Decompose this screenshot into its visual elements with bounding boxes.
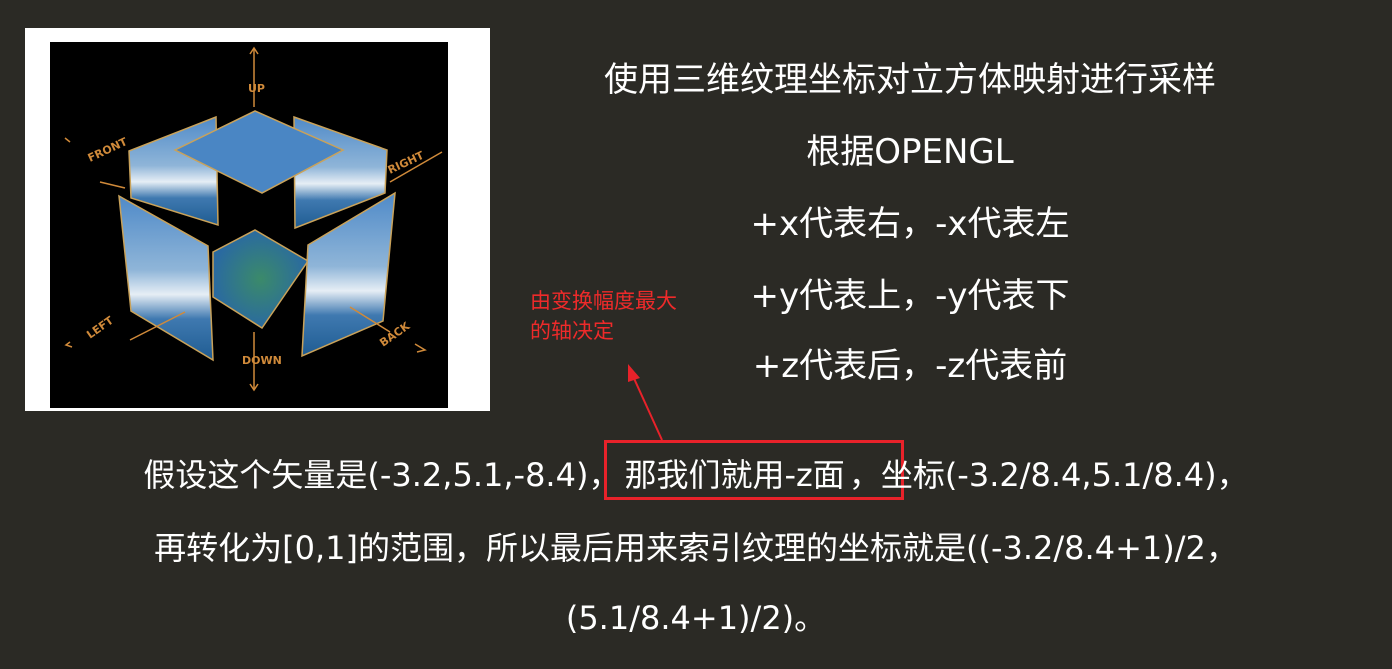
heading-line-2: 根据OPENGL [806,132,1014,172]
annotation-arrow [628,364,663,441]
label-left: LEFT [84,314,116,342]
body-line-1-a: 假设这个矢量是(-3.2,5.1,-8.4)， [143,456,621,494]
label-front: FRONT [86,135,130,165]
heading-line-1: 使用三维纹理坐标对立方体映射进行采样 [604,60,1216,100]
body-line-2: 再转化为[0,1]的范围，所以最后用来索引纹理的坐标就是((-3.2/8.4+1… [154,529,1238,567]
label-down: DOWN [242,354,282,367]
cubemap-illustration: UP DOWN FRONT RIGHT LEFT BACK [50,42,448,408]
heading-line-3: +x代表右，-x代表左 [750,204,1070,244]
label-back: BACK [377,319,412,349]
face-left [118,194,214,362]
body-line-3: (5.1/8.4+1)/2)。 [565,599,827,637]
face-down [212,229,310,330]
annotation-line-2: 的轴决定 [530,319,614,343]
body-line-1-b: ，坐标(-3.2/8.4,5.1/8.4)， [848,456,1249,494]
annotation-note: 由变换幅度最大 的轴决定 [530,286,730,346]
body-highlight: 那我们就用-z面 [624,456,845,494]
annotation-line-1: 由变换幅度最大 [530,289,677,313]
body-line-1: 假设这个矢量是(-3.2,5.1,-8.4)， 那我们就用-z面 ，坐标(-3.2/… [0,450,1392,496]
label-up: UP [248,82,265,95]
